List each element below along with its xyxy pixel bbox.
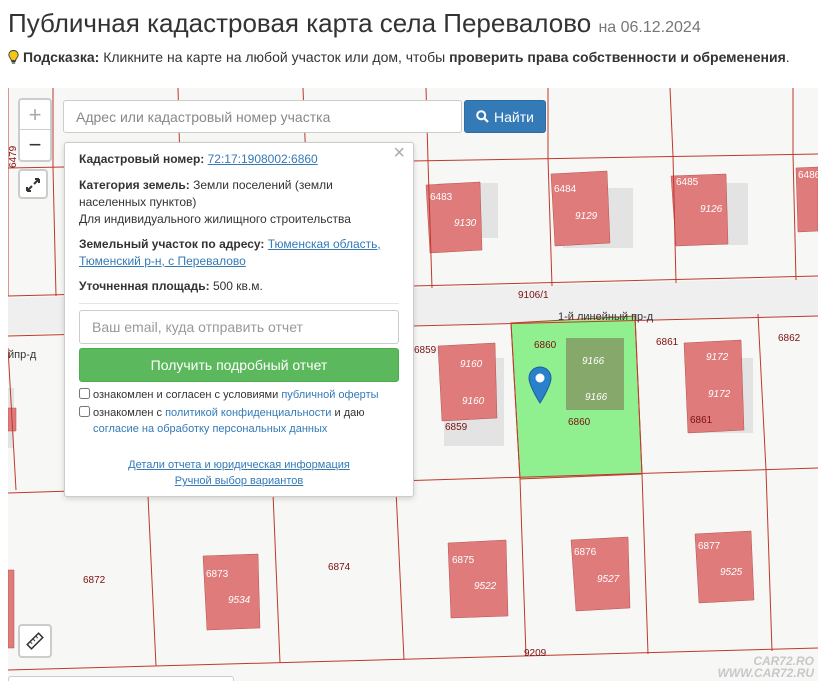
label: 9525 <box>720 567 743 578</box>
watermark-line-2: WWW.CAR72.RU <box>717 666 814 680</box>
label: 6859 <box>445 422 468 433</box>
manual-choice-row: Ручной выбор вариантов <box>65 473 413 490</box>
label: 9106/1 <box>518 290 549 301</box>
building-9160[interactable] <box>437 342 498 422</box>
zoom-out-button[interactable]: − <box>20 130 50 160</box>
label: 9166 <box>585 392 608 403</box>
hint-end: . <box>785 49 790 65</box>
page-title: Публичная кадастровая карта села Перевал… <box>8 8 701 39</box>
label: 9527 <box>597 574 620 585</box>
ruler-icon <box>26 632 44 650</box>
label: 6862 <box>778 333 801 344</box>
lightbulb-icon <box>8 50 19 64</box>
building-6875[interactable] <box>447 539 509 619</box>
report-details-link[interactable]: Детали отчета и юридическая информация <box>128 459 350 471</box>
offer-text: ознакомлен и согласен с условиями <box>93 389 279 401</box>
hint-label: Подсказка: <box>23 49 100 65</box>
email-field[interactable] <box>79 310 399 344</box>
search-button-label: Найти <box>494 108 534 125</box>
privacy-text-2: и даю <box>334 407 365 419</box>
cadastral-map[interactable]: 6479 6483 9130 6484 9129 6485 9126 6486 … <box>8 88 818 681</box>
ruler-button[interactable] <box>18 624 52 658</box>
label: 9522 <box>474 581 497 592</box>
label: 1-й линейный пр-д <box>558 311 654 323</box>
label: 6859 <box>414 345 437 356</box>
public-offer-link[interactable]: публичной оферты <box>281 389 378 401</box>
land-use-value: Для индивидуального жилищного строительс… <box>79 212 351 226</box>
label: 9209 <box>524 648 547 659</box>
hint-bold-text: проверить права собственности и обремене… <box>449 49 786 65</box>
label: йпр-д <box>8 349 37 361</box>
fullscreen-button[interactable] <box>18 169 48 199</box>
privacy-text: ознакомлен с <box>93 407 163 419</box>
label: 6483 <box>430 192 453 203</box>
offer-checkbox-row: ознакомлен и согласен с условиями публич… <box>79 387 379 403</box>
label: 9126 <box>700 204 723 215</box>
label: 9534 <box>228 595 251 606</box>
cadastral-row: Кадастровый номер: 72:17:1908002:6860 <box>79 151 399 168</box>
parcel-popup: × Кадастровый номер: 72:17:1908002:6860 … <box>64 142 414 497</box>
fullscreen-icon <box>26 178 40 192</box>
get-report-button[interactable]: Получить подробный отчет <box>79 348 399 382</box>
label: 6861 <box>690 415 713 426</box>
area-row: Уточненная площадь: 500 кв.м. <box>79 278 399 295</box>
label: 6874 <box>328 562 351 573</box>
bottom-panel <box>8 676 234 681</box>
cadastral-label: Кадастровый номер: <box>79 152 205 166</box>
category-label: Категория земель: <box>79 178 190 192</box>
search-button[interactable]: Найти <box>464 100 546 133</box>
label: 6860 <box>534 340 557 351</box>
address-row: Земельный участок по адресу: Тюменская о… <box>79 236 399 270</box>
label: 6875 <box>452 555 475 566</box>
label: 6486 <box>798 170 818 181</box>
label: 6861 <box>656 337 679 348</box>
building-6873[interactable] <box>202 553 261 631</box>
page-title-text: Публичная кадастровая карта села Перевал… <box>8 8 592 38</box>
zoom-control: + − <box>18 98 52 162</box>
area-value: 500 кв.м. <box>212 279 263 293</box>
label: 6484 <box>554 184 577 195</box>
zoom-in-button[interactable]: + <box>20 100 50 130</box>
label: 6877 <box>698 541 721 552</box>
search-input[interactable] <box>63 100 462 133</box>
label: 9172 <box>708 389 731 400</box>
label: 6876 <box>574 547 597 558</box>
label: 9160 <box>460 359 483 370</box>
cadastral-number-link[interactable]: 72:17:1908002:6860 <box>208 152 318 166</box>
privacy-policy-link[interactable]: политикой конфиденциальности <box>165 407 331 419</box>
consent-link[interactable]: согласие на обработку персональных данны… <box>93 423 327 435</box>
label: 6485 <box>676 177 699 188</box>
label: 6873 <box>206 569 229 580</box>
search-icon <box>476 110 489 123</box>
label: 9130 <box>454 218 477 229</box>
hint: Подсказка: Кликните на карте на любой уч… <box>8 49 790 65</box>
label: 6872 <box>83 575 106 586</box>
privacy-checkbox[interactable] <box>79 406 90 417</box>
offer-checkbox[interactable] <box>79 388 90 399</box>
category-row: Категория земель: Земли поселений (земли… <box>79 177 399 228</box>
label: 9166 <box>582 356 605 367</box>
label: 9172 <box>706 352 729 363</box>
label: 6860 <box>568 417 591 428</box>
watermark: CAR72.RO WWW.CAR72.RU <box>718 655 814 679</box>
building-6484[interactable] <box>550 170 611 247</box>
report-details-row: Детали отчета и юридическая информация <box>65 457 413 474</box>
label: 9129 <box>575 211 598 222</box>
address-label: Земельный участок по адресу: <box>79 237 265 251</box>
privacy-checkbox-row: ознакомлен с политикой конфиденциальност… <box>79 405 401 437</box>
page-date: на 06.12.2024 <box>598 19 701 36</box>
building-edge[interactable] <box>8 569 15 649</box>
hint-text: Кликните на карте на любой участок или д… <box>103 49 446 65</box>
label: 9160 <box>462 396 485 407</box>
area-label: Уточненная площадь: <box>79 279 210 293</box>
divider <box>79 303 399 304</box>
map-marker-icon[interactable] <box>528 366 552 404</box>
manual-choice-link[interactable]: Ручной выбор вариантов <box>175 475 303 487</box>
